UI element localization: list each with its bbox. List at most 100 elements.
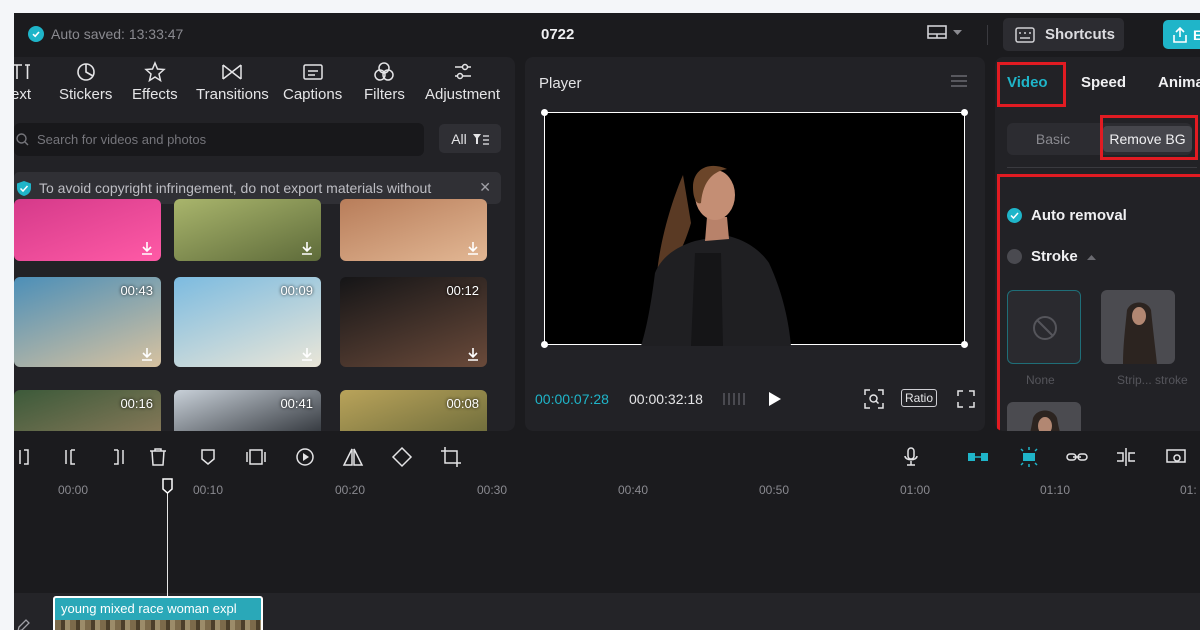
highlight-box bbox=[997, 62, 1066, 107]
waveform-icon bbox=[723, 393, 745, 405]
delete-icon[interactable] bbox=[147, 446, 169, 468]
download-icon[interactable] bbox=[140, 347, 154, 361]
tab-text[interactable]: ext bbox=[14, 61, 32, 103]
filter-icon bbox=[472, 133, 489, 145]
media-tabs: ext Stickers Effects Transitions Caption… bbox=[14, 61, 515, 111]
video-canvas[interactable] bbox=[541, 109, 968, 348]
search-input[interactable]: Search for videos and photos bbox=[14, 123, 424, 156]
ratio-button[interactable]: Ratio bbox=[901, 389, 938, 407]
preview-axis-icon[interactable] bbox=[1165, 446, 1187, 468]
playhead-handle[interactable] bbox=[162, 478, 173, 494]
woman-figure bbox=[641, 165, 791, 346]
resize-handle[interactable] bbox=[961, 109, 968, 116]
thumb-duration: 00:08 bbox=[446, 396, 479, 411]
zoom-fit-icon[interactable] bbox=[864, 389, 884, 409]
play-icon[interactable] bbox=[768, 391, 782, 407]
stroke-option[interactable]: Stroke bbox=[1007, 248, 1096, 265]
thumb-duration: 00:43 bbox=[120, 283, 153, 298]
tab-stickers[interactable]: Stickers bbox=[59, 61, 112, 103]
tick-label: 00:50 bbox=[759, 483, 790, 497]
thumb-duration: 00:09 bbox=[280, 283, 313, 298]
fullscreen-icon[interactable] bbox=[957, 390, 975, 408]
tab-filters[interactable]: Filters bbox=[364, 61, 405, 103]
freeze-icon[interactable] bbox=[245, 446, 267, 468]
split-preview-icon[interactable] bbox=[1115, 446, 1137, 468]
auto-removal-option[interactable]: Auto removal bbox=[1007, 207, 1127, 224]
divider bbox=[1007, 167, 1197, 168]
timeline-toolbar bbox=[14, 438, 1200, 478]
resize-handle[interactable] bbox=[541, 109, 548, 116]
inspector-panel: Video Speed Anima Basic Remove BG Auto r… bbox=[995, 57, 1200, 431]
filter-dropdown[interactable]: All bbox=[439, 124, 501, 153]
tab-label: Effects bbox=[132, 86, 178, 103]
media-thumb[interactable] bbox=[340, 199, 487, 261]
close-icon[interactable]: ✕ bbox=[479, 179, 491, 196]
checkbox-checked-icon[interactable] bbox=[1007, 208, 1022, 223]
search-placeholder: Search for videos and photos bbox=[37, 132, 207, 147]
reverse-icon[interactable] bbox=[294, 446, 316, 468]
clip-label: young mixed race woman expl bbox=[61, 601, 237, 616]
split-left-icon[interactable] bbox=[16, 446, 38, 468]
timeline-ruler[interactable]: 00:00 00:10 00:20 00:30 00:40 00:50 01:0… bbox=[14, 479, 1200, 501]
tab-effects[interactable]: Effects bbox=[132, 61, 178, 103]
menu-icon[interactable] bbox=[951, 75, 967, 87]
tab-label: Stickers bbox=[59, 86, 113, 103]
media-thumb[interactable]: 00:08 bbox=[340, 390, 487, 431]
layout-button[interactable] bbox=[927, 25, 962, 41]
download-icon[interactable] bbox=[300, 347, 314, 361]
tab-transitions[interactable]: Transitions bbox=[196, 61, 269, 103]
trim-end-icon[interactable] bbox=[106, 446, 128, 468]
tab-label: ext bbox=[14, 86, 31, 103]
export-label: E bbox=[1193, 26, 1200, 43]
captions-icon bbox=[302, 64, 323, 80]
crop-icon[interactable] bbox=[440, 446, 462, 468]
resize-handle[interactable] bbox=[961, 341, 968, 348]
media-panel: ext Stickers Effects Transitions Caption… bbox=[14, 57, 515, 431]
media-thumb[interactable]: 00:43 bbox=[14, 277, 161, 367]
tab-label: Filters bbox=[364, 86, 405, 103]
media-grid: 00:43 00:09 00:12 00:16 00:41 00:08 bbox=[14, 199, 504, 431]
media-thumb[interactable] bbox=[174, 199, 321, 261]
media-thumb[interactable]: 00:09 bbox=[174, 277, 321, 367]
auto-snap-icon[interactable] bbox=[1018, 446, 1040, 468]
tab-speed[interactable]: Speed bbox=[1081, 74, 1126, 91]
media-thumb[interactable] bbox=[14, 199, 161, 261]
autosave-text: Auto saved: 13:33:47 bbox=[51, 26, 184, 42]
checkbox-unchecked-icon[interactable] bbox=[1007, 249, 1022, 264]
media-thumb[interactable]: 00:16 bbox=[14, 390, 161, 431]
stroke-tile[interactable] bbox=[1007, 402, 1081, 431]
resize-handle[interactable] bbox=[541, 341, 548, 348]
stroke-strip-tile[interactable] bbox=[1101, 290, 1175, 364]
microphone-icon[interactable] bbox=[900, 446, 922, 468]
export-button[interactable]: E bbox=[1163, 20, 1200, 49]
tick-label: 00:10 bbox=[193, 483, 224, 497]
thumb-duration: 00:41 bbox=[280, 396, 313, 411]
tab-adjustment[interactable]: Adjustment bbox=[425, 61, 500, 103]
stroke-none-tile[interactable] bbox=[1007, 290, 1081, 364]
download-icon[interactable] bbox=[140, 241, 154, 255]
download-icon[interactable] bbox=[300, 241, 314, 255]
download-icon[interactable] bbox=[466, 347, 480, 361]
tab-animation[interactable]: Anima bbox=[1158, 74, 1200, 91]
mirror-icon[interactable] bbox=[342, 446, 364, 468]
sticker-icon bbox=[76, 63, 95, 81]
media-thumb[interactable]: 00:12 bbox=[340, 277, 487, 367]
media-thumb[interactable]: 00:41 bbox=[174, 390, 321, 431]
marker-icon[interactable] bbox=[197, 446, 219, 468]
main-track-magnet-icon[interactable] bbox=[967, 446, 989, 468]
shield-check-icon bbox=[17, 180, 31, 196]
shortcuts-button[interactable]: Shortcuts bbox=[1003, 18, 1124, 51]
pencil-icon[interactable] bbox=[16, 619, 30, 630]
video-clip[interactable]: young mixed race woman expl bbox=[53, 596, 263, 630]
divider bbox=[987, 25, 988, 45]
rotate-icon[interactable] bbox=[391, 446, 413, 468]
project-title[interactable]: 0722 bbox=[541, 26, 574, 43]
tick-label: 00:20 bbox=[335, 483, 366, 497]
tab-captions[interactable]: Captions bbox=[283, 61, 342, 103]
link-icon[interactable] bbox=[1066, 446, 1088, 468]
download-icon[interactable] bbox=[466, 241, 480, 255]
tab-label: Transitions bbox=[196, 86, 269, 103]
segment-basic[interactable]: Basic bbox=[1007, 123, 1099, 155]
chevron-up-icon[interactable] bbox=[1086, 254, 1096, 260]
trim-start-icon[interactable] bbox=[61, 446, 83, 468]
